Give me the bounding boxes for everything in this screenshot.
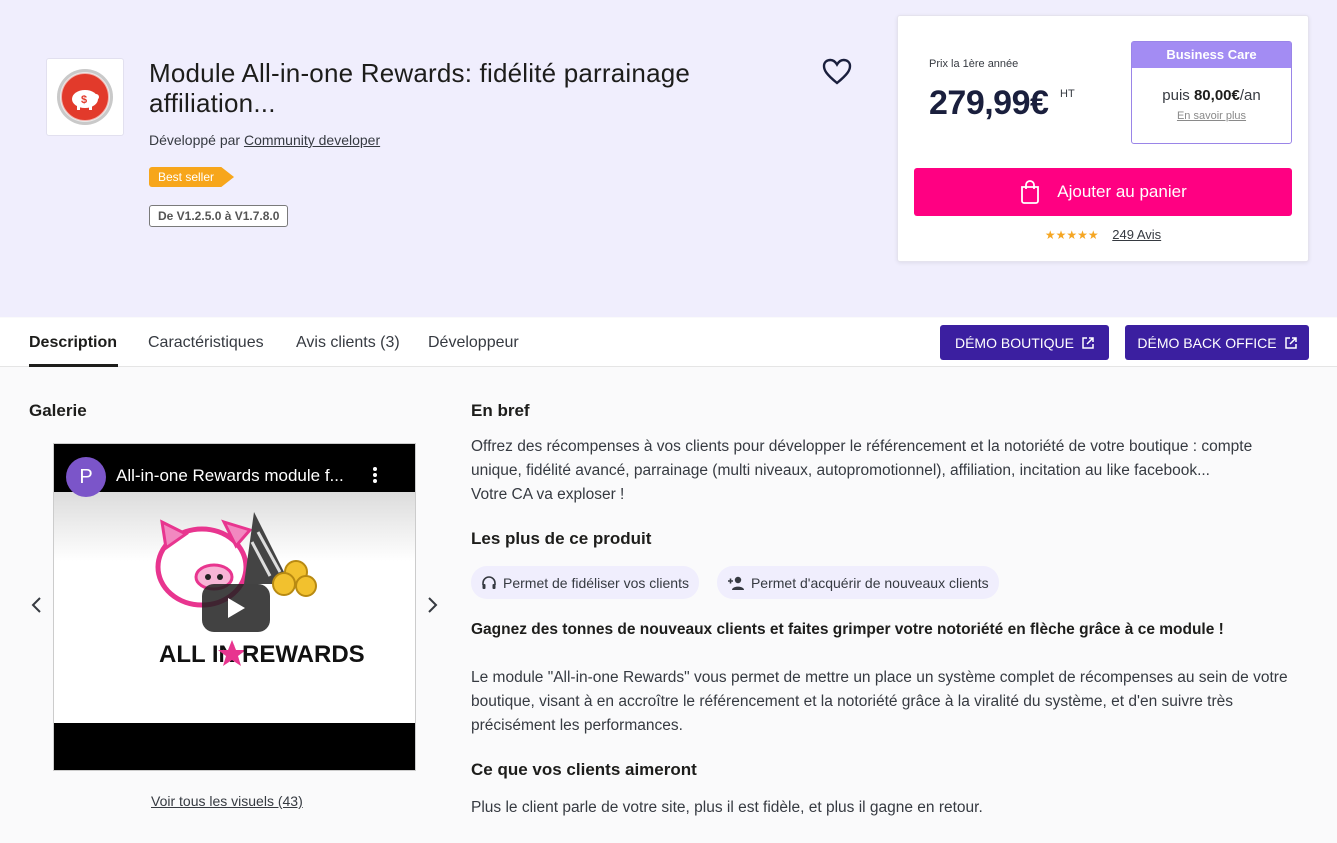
demo-back-office-label: DÉMO BACK OFFICE <box>1137 334 1277 351</box>
developer-link[interactable]: Community developer <box>244 132 380 148</box>
brief-heading: En bref <box>471 401 530 420</box>
video-title-bar: P All-in-one Rewards module f... <box>54 444 415 497</box>
rating-stars-icon: ★★★★★ <box>1044 228 1099 242</box>
svg-text:$: $ <box>81 94 87 106</box>
business-care-prefix: puis <box>1162 87 1190 104</box>
video-player[interactable]: ALL IN REWARDS P All-in-one Rewards modu… <box>53 443 416 771</box>
active-tab-indicator <box>29 364 118 367</box>
price-suffix: HT <box>1060 88 1075 100</box>
gallery-next-icon[interactable] <box>427 596 439 620</box>
tab-characteristics[interactable]: Caractéristiques <box>148 334 264 352</box>
reviews-link[interactable]: 249 Avis <box>1112 227 1161 242</box>
add-to-cart-button[interactable]: Ajouter au panier <box>914 168 1292 216</box>
business-care-amount: 80,00€ <box>1193 87 1240 104</box>
demo-shop-label: DÉMO BOUTIQUE <box>954 334 1074 351</box>
external-link-icon <box>1082 336 1094 349</box>
rating-row: ★★★★★ 249 Avis <box>898 227 1308 242</box>
see-all-visuals-link[interactable]: Voir tous les visuels (43) <box>151 793 303 809</box>
price-label: Prix la 1ère année <box>929 58 1019 70</box>
brief-text-2: Votre CA va exploser ! <box>471 486 625 503</box>
business-care-title: Business Care <box>1132 42 1291 68</box>
piggy-bank-icon: $ <box>57 69 113 125</box>
plus-item-label: Permet d'acquérir de nouveaux clients <box>750 574 989 591</box>
video-more-icon[interactable] <box>372 466 378 489</box>
clients-text: Plus le client parle de votre site, plus… <box>471 799 983 816</box>
play-icon[interactable] <box>202 584 270 632</box>
tab-developer[interactable]: Développeur <box>428 334 519 352</box>
demo-back-office-button[interactable]: DÉMO BACK OFFICE <box>1125 325 1309 360</box>
gallery-prev-icon[interactable] <box>30 596 42 620</box>
brief-text: Offrez des récompenses à vos clients pou… <box>471 438 1253 479</box>
product-tabs: Description Caractéristiques Avis client… <box>0 318 1337 367</box>
product-header: $ Module All-in-one Rewards: fidélité pa… <box>0 0 1337 317</box>
version-badge: De V1.2.5.0 à V1.7.8.0 <box>149 205 289 227</box>
video-logo-text-2: REWARDS <box>242 641 365 668</box>
favorite-heart-icon[interactable] <box>822 58 854 88</box>
tab-description[interactable]: Description <box>29 334 117 352</box>
video-title[interactable]: All-in-one Rewards module f... <box>116 466 344 486</box>
video-bottom-bar <box>54 723 415 770</box>
plus-item: Permet de fidéliser vos clients <box>471 566 699 599</box>
description-content: En bref Offrez des récompenses à vos cli… <box>471 401 1301 820</box>
plus-item-label: Permet de fidéliser vos clients <box>503 574 689 591</box>
learn-more-link[interactable]: En savoir plus <box>1132 110 1291 122</box>
developer-prefix: Développé par <box>149 132 241 148</box>
gallery-heading: Galerie <box>29 401 87 420</box>
price-value: 279,99€ <box>929 84 1049 122</box>
highlight-line: Gagnez des tonnes de nouveaux clients et… <box>471 621 1224 638</box>
clients-heading: Ce que vos clients aimeront <box>471 760 697 779</box>
module-paragraph: Le module "All-in-one Rewards" vous perm… <box>471 669 1288 734</box>
best-seller-badge: Best seller <box>149 167 235 187</box>
product-title: Module All-in-one Rewards: fidélité parr… <box>149 58 691 118</box>
add-person-icon <box>727 576 744 590</box>
tab-reviews[interactable]: Avis clients (3) <box>296 334 400 352</box>
business-care-box: Business Care puis 80,00€/an En savoir p… <box>1131 41 1292 144</box>
add-to-cart-label: Ajouter au panier <box>1057 182 1187 201</box>
headset-icon <box>482 575 496 589</box>
plus-heading: Les plus de ce produit <box>471 529 652 548</box>
price-card: Prix la 1ère année 279,99€ HT Business C… <box>897 15 1309 262</box>
business-care-period: /an <box>1239 87 1261 104</box>
product-logo: $ <box>46 58 124 136</box>
developer-line: Développé par Community developer <box>149 132 380 148</box>
shopping-bag-icon <box>1021 180 1040 204</box>
plus-list: Permet de fidéliser vos clients Permet d… <box>471 566 1301 599</box>
demo-shop-button[interactable]: DÉMO BOUTIQUE <box>940 325 1109 360</box>
channel-avatar[interactable]: P <box>66 457 106 497</box>
plus-item: Permet d'acquérir de nouveaux clients <box>716 566 999 599</box>
external-link-icon <box>1284 336 1297 349</box>
business-care-price: puis 80,00€/an <box>1132 87 1291 104</box>
